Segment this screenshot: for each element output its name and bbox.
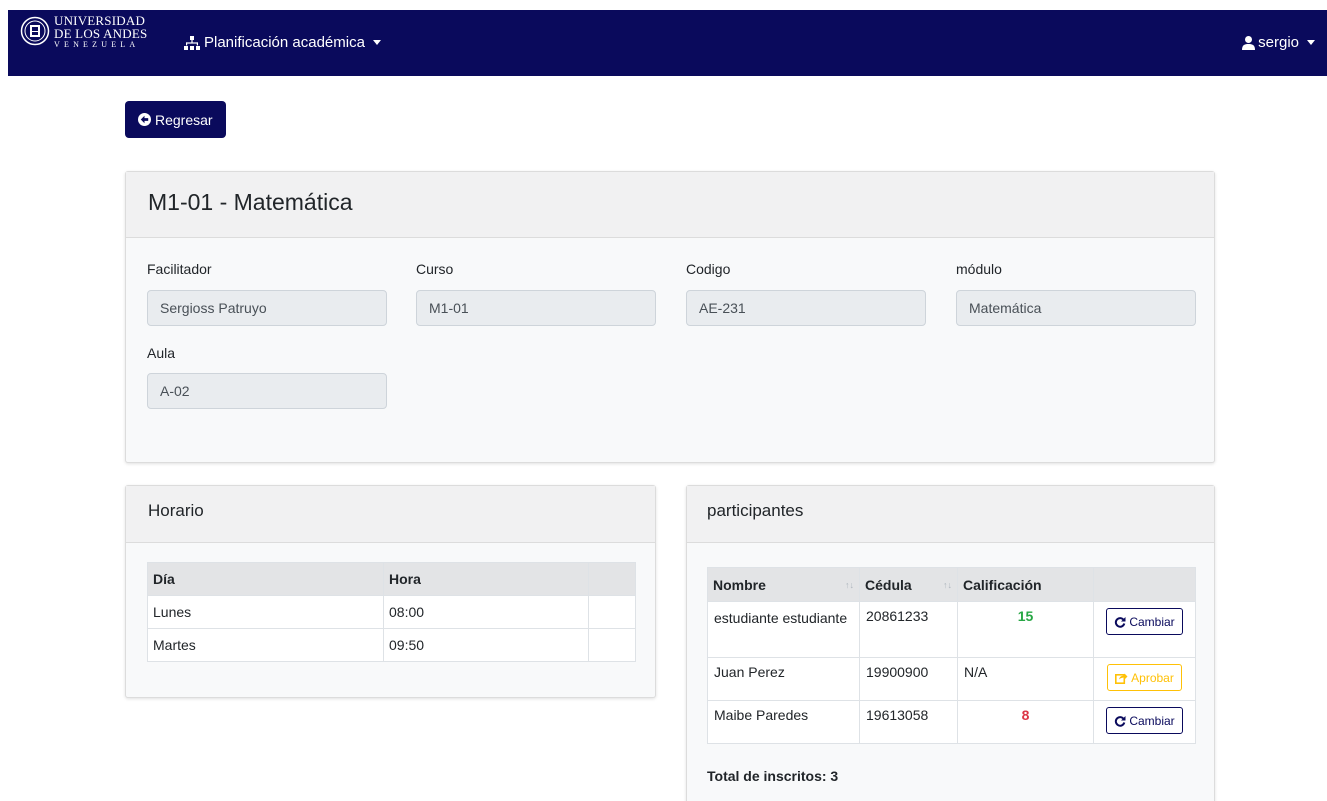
- change-grade-label: Cambiar: [1129, 713, 1175, 728]
- cell-dia: Martes: [147, 628, 384, 662]
- cell-actions: [588, 595, 636, 629]
- refresh-icon: [1115, 715, 1126, 727]
- refresh-icon: [1115, 616, 1126, 628]
- chevron-down-icon: [372, 40, 381, 45]
- cell-calificacion: 15: [957, 601, 1094, 658]
- table-row: Juan Perez 19900900 N/A Aprobar: [707, 657, 1196, 701]
- column-header-actions: [588, 562, 636, 596]
- column-header-actions: [1093, 567, 1196, 602]
- change-grade-button[interactable]: Cambiar: [1106, 707, 1183, 734]
- cell-dia: Lunes: [147, 595, 384, 629]
- user-icon: [1242, 35, 1256, 50]
- facilitador-field[interactable]: Sergioss Patruyo: [147, 290, 387, 326]
- cell-calificacion: N/A: [957, 657, 1094, 701]
- participantes-card-header: participantes: [687, 486, 1214, 543]
- modulo-field[interactable]: Matemática: [956, 290, 1196, 326]
- planificacion-menu-label: Planificación académica: [204, 34, 365, 51]
- navbar-bar: UNIVERSIDAD DE LOS ANDES VENEZUELA Plani…: [8, 10, 1327, 76]
- modulo-label: módulo: [956, 261, 1002, 277]
- participantes-title: participantes: [707, 501, 804, 520]
- cell-nombre: Juan Perez: [707, 657, 860, 701]
- cell-cedula: 20861233: [859, 601, 958, 658]
- course-card-header: M1-01 - Matemática: [126, 172, 1214, 238]
- cell-hora: 09:50: [383, 628, 589, 662]
- table-row: estudiante estudiante 20861233 15 Cambia…: [707, 601, 1196, 658]
- codigo-field[interactable]: AE-231: [686, 290, 926, 326]
- table-row: Martes 09:50: [147, 628, 636, 662]
- cell-actions: Aprobar: [1093, 657, 1196, 701]
- column-header-hora[interactable]: Hora: [383, 562, 589, 596]
- approve-label: Aprobar: [1131, 670, 1174, 685]
- codigo-label: Codigo: [686, 261, 731, 277]
- aula-label: Aula: [147, 345, 176, 361]
- navbar: UNIVERSIDAD DE LOS ANDES VENEZUELA Plani…: [0, 0, 1327, 76]
- cell-actions: [588, 628, 636, 662]
- horario-header-row: Día Hora: [147, 562, 636, 596]
- participantes-table: Nombre ↑↓ Cédula ↑↓ Calificación estudia…: [707, 567, 1196, 744]
- brand-line-2: DE LOS ANDES: [54, 26, 148, 41]
- sort-icon[interactable]: ↑↓: [845, 580, 854, 590]
- facilitador-label: Facilitador: [147, 261, 212, 277]
- approve-button[interactable]: Aprobar: [1107, 664, 1182, 691]
- table-row: Lunes 08:00: [147, 595, 636, 629]
- horario-title: Horario: [148, 501, 204, 520]
- university-logo[interactable]: UNIVERSIDAD DE LOS ANDES VENEZUELA: [20, 14, 147, 64]
- cell-actions: Cambiar: [1093, 601, 1196, 658]
- column-header-nombre-label: Nombre: [713, 576, 766, 593]
- horario-card: Horario Día Hora Lunes 08:00 Martes 09:5…: [125, 485, 656, 698]
- cell-cedula: 19900900: [859, 657, 958, 701]
- share-square-icon: [1115, 673, 1128, 684]
- course-title: M1-01 - Matemática: [148, 189, 353, 215]
- brand-text: UNIVERSIDAD DE LOS ANDES VENEZUELA: [54, 14, 147, 50]
- horario-table: Día Hora Lunes 08:00 Martes 09:50: [147, 562, 636, 662]
- column-header-cedula-label: Cédula: [865, 576, 912, 593]
- planificacion-menu[interactable]: Planificación académica: [184, 34, 381, 51]
- change-grade-button[interactable]: Cambiar: [1106, 608, 1183, 635]
- arrow-circle-left-icon: [138, 113, 151, 126]
- column-header-nombre[interactable]: Nombre ↑↓: [707, 567, 860, 602]
- course-card: M1-01 - Matemática Facilitador Sergioss …: [125, 171, 1215, 463]
- horario-card-header: Horario: [126, 486, 655, 543]
- table-row: Maibe Paredes 19613058 8 Cambiar: [707, 700, 1196, 744]
- user-name: sergio: [1258, 34, 1299, 51]
- sitemap-icon: [184, 35, 200, 50]
- curso-field[interactable]: M1-01: [416, 290, 656, 326]
- sort-icon[interactable]: ↑↓: [943, 580, 952, 590]
- cell-nombre: Maibe Paredes: [707, 700, 860, 744]
- cell-actions: Cambiar: [1093, 700, 1196, 744]
- cell-calificacion: 8: [957, 700, 1094, 744]
- curso-label: Curso: [416, 261, 454, 277]
- university-seal-icon: [20, 16, 50, 46]
- cell-cedula: 19613058: [859, 700, 958, 744]
- user-menu[interactable]: sergio: [1242, 34, 1315, 51]
- column-header-calificacion[interactable]: Calificación: [957, 567, 1094, 602]
- chevron-down-icon: [1307, 40, 1315, 45]
- change-grade-label: Cambiar: [1129, 614, 1175, 629]
- participantes-card: participantes Nombre ↑↓ Cédula ↑↓ Califi…: [686, 485, 1215, 801]
- brand-line-3: VENEZUELA: [54, 40, 140, 49]
- column-header-dia[interactable]: Día: [147, 562, 384, 596]
- aula-field[interactable]: A-02: [147, 373, 387, 409]
- back-button-label: Regresar: [155, 111, 213, 128]
- total-inscritos: Total de inscritos: 3: [707, 768, 839, 784]
- participantes-header-row: Nombre ↑↓ Cédula ↑↓ Calificación: [707, 567, 1196, 602]
- back-button[interactable]: Regresar: [125, 101, 226, 138]
- cell-hora: 08:00: [383, 595, 589, 629]
- column-header-cedula[interactable]: Cédula ↑↓: [859, 567, 958, 602]
- cell-nombre: estudiante estudiante: [707, 601, 860, 658]
